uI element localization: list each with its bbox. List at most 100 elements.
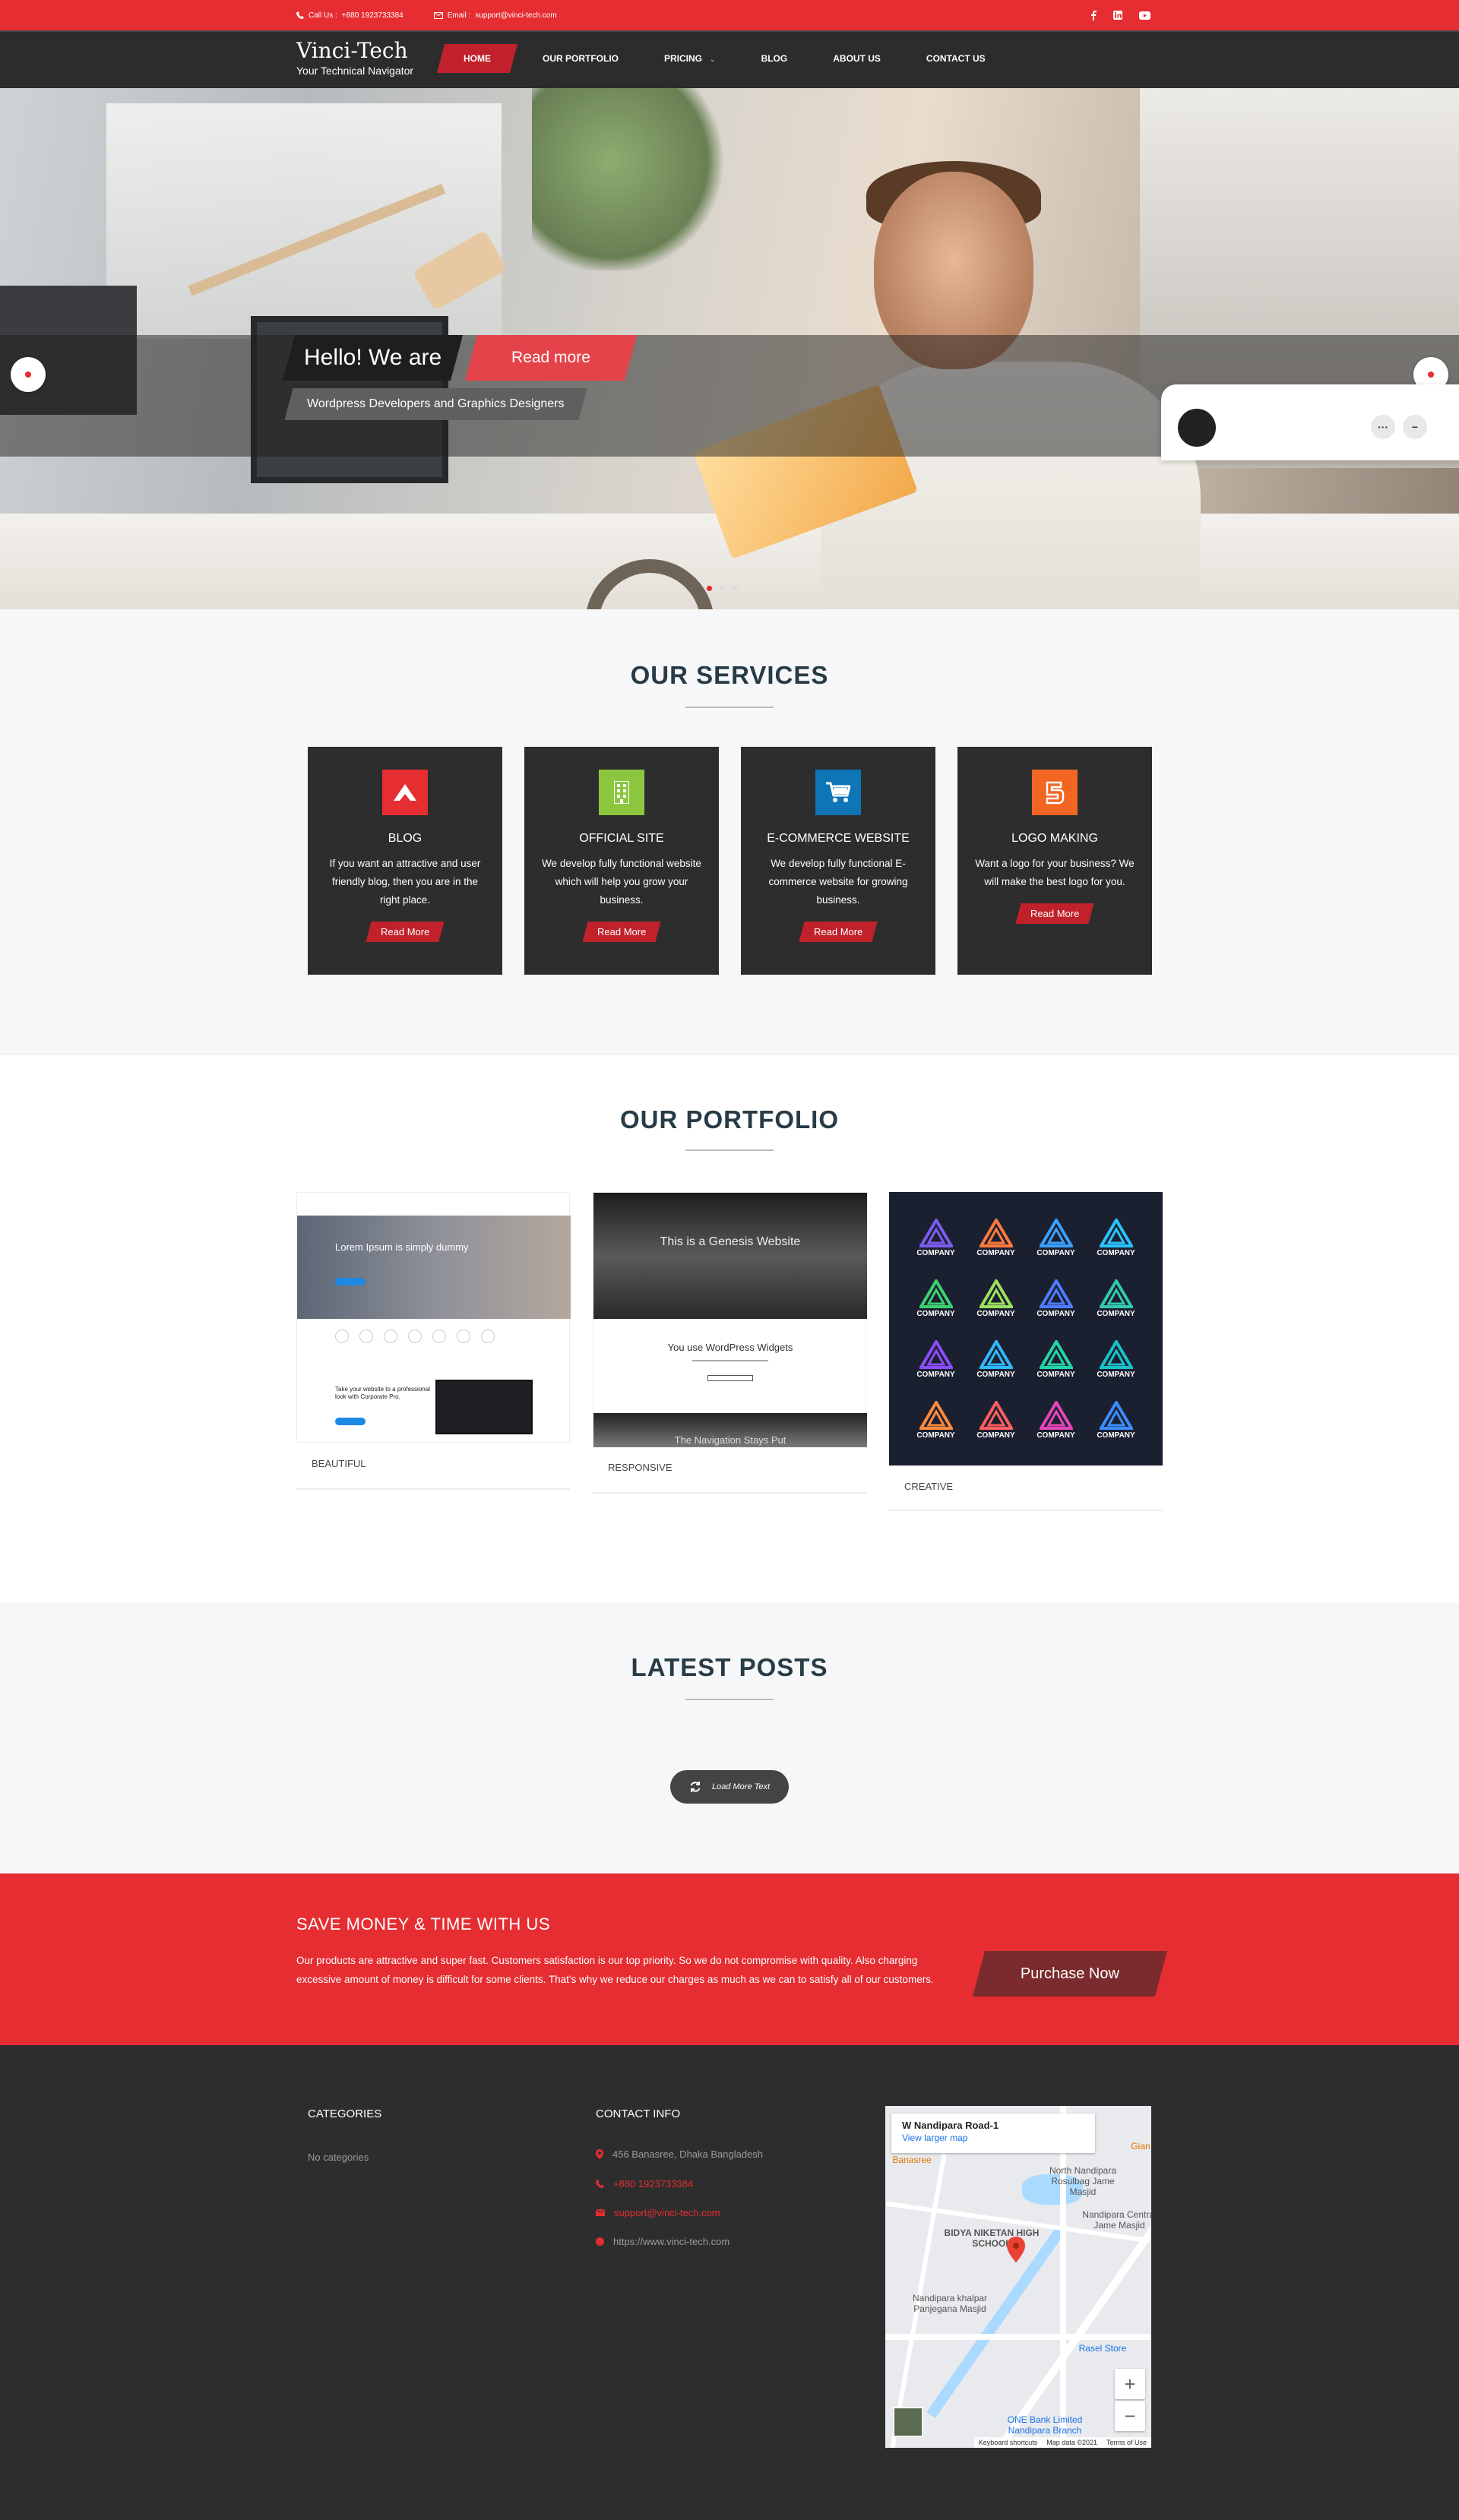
chevron-down-icon: ⌄	[710, 55, 716, 63]
map-terms[interactable]: Terms of Use	[1106, 2439, 1147, 2446]
nav-pricing-label: PRICING	[664, 53, 703, 64]
portfolio-item-beautiful[interactable]: Lorem Ipsum is simply dummy Take your we…	[296, 1192, 571, 1496]
hero-heading: Hello! We are	[282, 335, 464, 381]
map-label: Rasel Store	[1078, 2343, 1127, 2354]
company-logo: COMPANY	[1086, 1268, 1146, 1329]
map-satellite-toggle[interactable]	[893, 2407, 923, 2437]
brand-title[interactable]: Vinci-Tech	[296, 38, 413, 63]
triangle-logo-icon	[919, 1339, 953, 1369]
nav-home[interactable]: HOME	[436, 44, 518, 73]
portfolio-underline	[296, 1488, 570, 1490]
cta-text: Our products are attractive and super fa…	[296, 1955, 934, 1985]
nav-about[interactable]: ABOUT US	[810, 44, 904, 73]
refresh-icon	[690, 1782, 701, 1792]
service-card-official: OFFICIAL SITE We develop fully functiona…	[524, 747, 719, 975]
posts-divider	[685, 1699, 774, 1700]
chat-more-icon[interactable]: ···	[1371, 415, 1395, 439]
map-label: Nandipara Central Jame Masjid	[1082, 2209, 1151, 2231]
footer-website[interactable]: https://www.vinci-tech.com	[596, 2236, 730, 2247]
company-logo: COMPANY	[1026, 1390, 1086, 1450]
chat-minimize-icon[interactable]: −	[1403, 415, 1427, 439]
screenshot-subheading: You use WordPress Widgets	[667, 1342, 793, 1353]
hero-slider: Hello! We are Read more Wordpress Develo…	[0, 88, 1459, 609]
phone-text[interactable]: +880 1923733384	[613, 2178, 693, 2190]
triangle-logo-icon	[919, 1400, 953, 1430]
footer-address: 456 Banasree, Dhaka Bangladesh	[596, 2148, 763, 2160]
service-text: We develop fully functional E-commerce w…	[768, 858, 908, 906]
circle-icon	[481, 1330, 495, 1343]
screenshot-button	[707, 1375, 753, 1381]
website-text[interactable]: https://www.vinci-tech.com	[613, 2236, 730, 2247]
services-divider	[685, 707, 774, 708]
arrow-right-icon	[1428, 372, 1434, 378]
company-logo: COMPANY	[1086, 1329, 1146, 1390]
load-more-button[interactable]: Load More Text	[670, 1770, 789, 1804]
chat-widget[interactable]: ··· −	[1161, 384, 1459, 460]
purchase-now-button[interactable]: Purchase Now	[972, 1951, 1168, 1997]
slider-dot[interactable]	[733, 586, 738, 591]
posts-title: LATEST POSTS	[631, 1653, 828, 1681]
portfolio-item-creative[interactable]: COMPANY COMPANY COMPANY COMPANY COMPANY COMPA…	[889, 1192, 1163, 1511]
company-logo: COMPANY	[906, 1207, 966, 1268]
screenshot-button	[335, 1418, 366, 1425]
globe-icon	[596, 2237, 604, 2246]
screenshot-foot-text: The Navigation Stays Put	[674, 1434, 786, 1446]
read-more-button[interactable]: Read More	[799, 922, 878, 942]
map-road	[1060, 2106, 1066, 2448]
company-logo: COMPANY	[1086, 1390, 1146, 1450]
read-more-button[interactable]: Read More	[366, 922, 445, 942]
company-logo-text: COMPANY	[1036, 1309, 1075, 1318]
linkedin-icon[interactable]	[1113, 11, 1122, 20]
read-more-button[interactable]: Read More	[1015, 903, 1094, 924]
footer-email[interactable]: support@vinci-tech.com	[596, 2207, 720, 2218]
triangle-logo-icon	[1039, 1400, 1073, 1430]
slider-prev-arrow[interactable]	[11, 357, 46, 392]
read-more-label: Read More	[597, 926, 647, 937]
categories-title: CATEGORIES	[308, 2107, 382, 2120]
hero-read-more-button[interactable]: Read more	[464, 335, 638, 381]
envelope-icon	[596, 2209, 605, 2216]
company-logo-text: COMPANY	[976, 1370, 1015, 1379]
call-phone[interactable]: +880 1923733384	[342, 11, 404, 20]
circle-icon	[408, 1330, 422, 1343]
company-logo: COMPANY	[1026, 1207, 1086, 1268]
email-link[interactable]: support@vinci-tech.com	[475, 11, 556, 20]
company-logo: COMPANY	[906, 1329, 966, 1390]
hero-plant-bg	[532, 88, 730, 270]
map-zoom-out[interactable]: −	[1115, 2401, 1145, 2431]
service-title: E-COMMERCE WEBSITE	[767, 832, 910, 845]
map-road	[885, 2334, 1151, 2340]
cart-icon	[815, 770, 861, 815]
view-larger-map-link[interactable]: View larger map	[902, 2133, 967, 2143]
brand[interactable]: Vinci-Tech Your Technical Navigator	[296, 38, 413, 77]
facebook-icon[interactable]	[1090, 10, 1097, 21]
slider-dot[interactable]	[707, 586, 712, 591]
map-zoom-in[interactable]: +	[1115, 2369, 1145, 2399]
nav-blog[interactable]: BLOG	[739, 44, 811, 73]
hero-read-more-label: Read more	[511, 349, 590, 366]
company-logo: COMPANY	[906, 1390, 966, 1450]
map-pin-icon	[1007, 2237, 1025, 2262]
nav-pricing[interactable]: PRICING ⌄	[641, 44, 739, 73]
service-text: If you want an attractive and user frien…	[329, 858, 481, 906]
footer-phone[interactable]: +880 1923733384	[596, 2178, 693, 2190]
circle-icon	[335, 1330, 349, 1343]
youtube-icon[interactable]	[1139, 11, 1150, 20]
company-logo: COMPANY	[1026, 1268, 1086, 1329]
google-map[interactable]: W Nandipara Road-1 View larger map North…	[885, 2106, 1151, 2448]
triangle-logo-icon	[1039, 1339, 1073, 1369]
map-keyboard-shortcuts[interactable]: Keyboard shortcuts	[979, 2439, 1038, 2446]
slider-dot[interactable]	[720, 586, 725, 591]
nav-portfolio[interactable]: OUR PORTFOLIO	[520, 44, 641, 73]
map-marker-icon	[596, 2149, 603, 2159]
read-more-button[interactable]: Read More	[582, 922, 661, 942]
portfolio-item-responsive[interactable]: This is a Genesis Website You use WordPr…	[593, 1192, 867, 1496]
nav-contact[interactable]: CONTACT US	[904, 44, 1008, 73]
triangle-logo-icon	[919, 1218, 953, 1247]
circle-icon	[457, 1330, 470, 1343]
brand-tagline: Your Technical Navigator	[296, 65, 414, 77]
email-text[interactable]: support@vinci-tech.com	[614, 2207, 720, 2218]
company-logo-text: COMPANY	[916, 1431, 955, 1440]
service-text: We develop fully functional website whic…	[542, 858, 701, 906]
purchase-now-label: Purchase Now	[1020, 1965, 1120, 1982]
